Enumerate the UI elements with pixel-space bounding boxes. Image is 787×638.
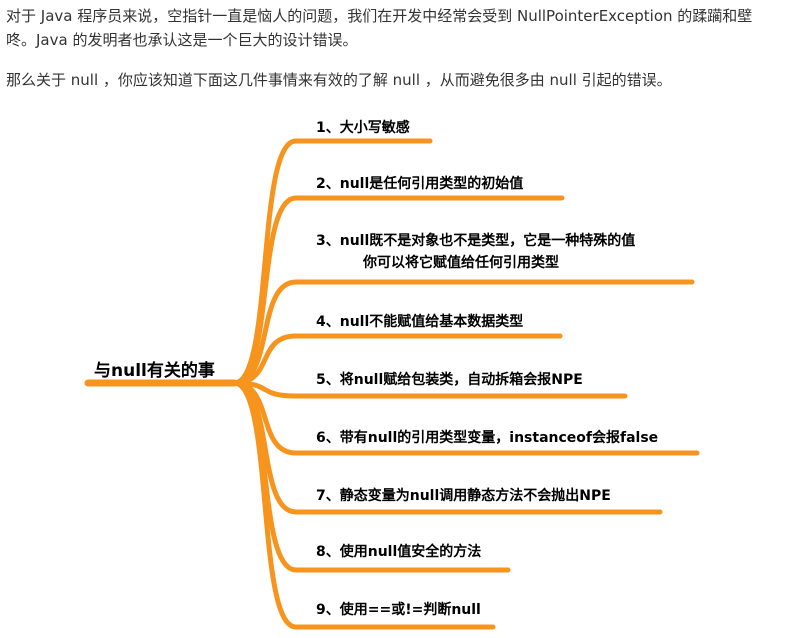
branch-4-label: 4、null不能赋值给基本数据类型 [316,314,524,330]
branch-2-connector [231,195,565,386]
branch-8-label: 8、使用null值安全的方法 [316,544,482,560]
branch-7-label: 7、静态变量为null调用静态方法不会抛出NPE [316,488,611,504]
branch-9-label: 9、使用==或!=判断null [316,602,481,618]
branch-6-label: 6、带有null的引用类型变量，instanceof会报false [316,430,659,446]
branch-3-label-line2: 你可以将它赋值给任何引用类型 [363,255,559,271]
branch-3-label: 3、null既不是对象也不是类型，它是一种特殊的值 你可以将它赋值给任何引用类型 [316,230,635,274]
branch-3-label-line1: 3、null既不是对象也不是类型，它是一种特殊的值 [316,233,636,249]
mindmap-root: 与null有关的事 [94,361,215,381]
branch-1-label: 1、大小写敏感 [316,120,410,136]
branch-2-label: 2、null是任何引用类型的初始值 [316,176,524,192]
branch-5-label: 5、将null赋给包装类，自动拆箱会报NPE [316,372,583,388]
